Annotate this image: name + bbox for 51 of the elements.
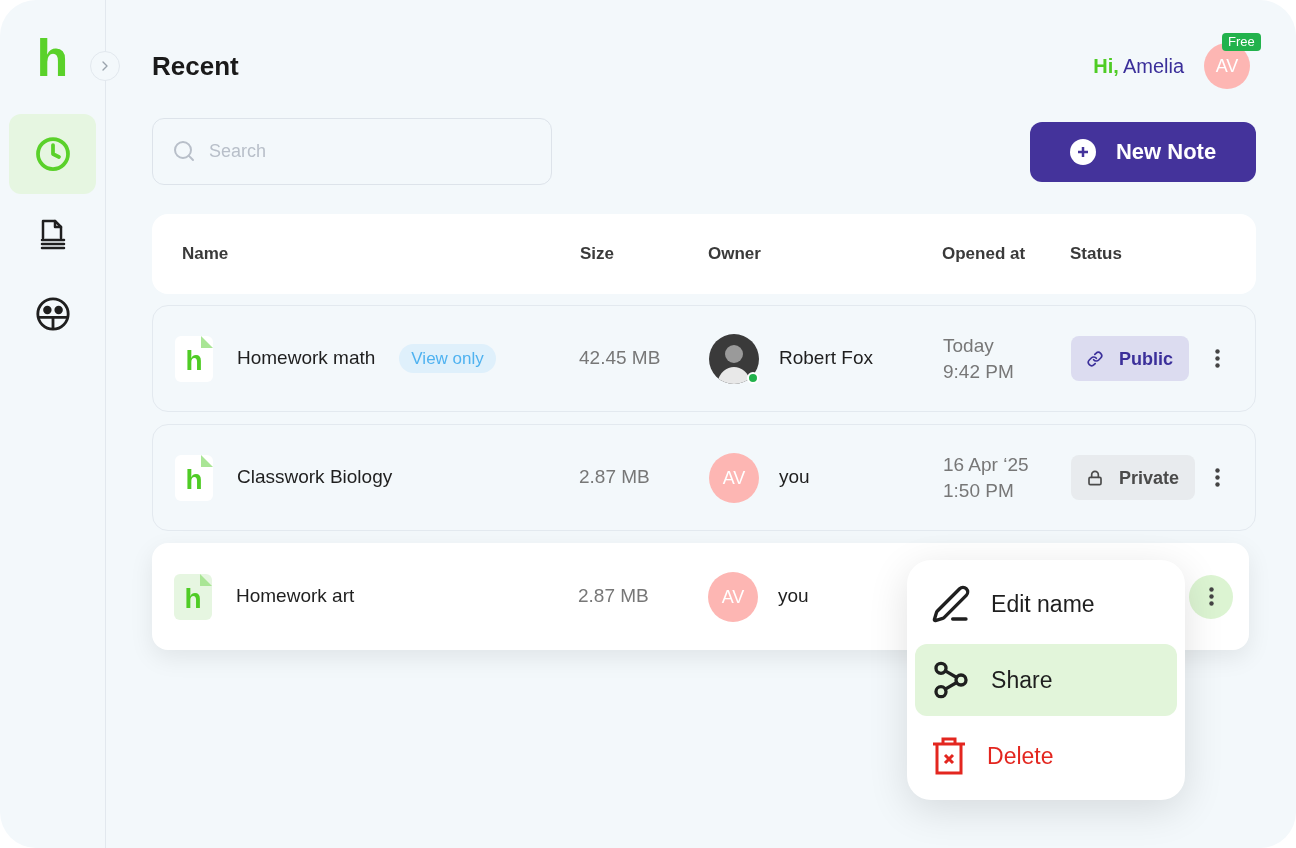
owner-name: you xyxy=(779,465,810,490)
access-badge: View only xyxy=(399,343,496,374)
owner-name: you xyxy=(778,584,809,609)
new-note-button[interactable]: New Note xyxy=(1030,121,1257,182)
note-row[interactable]: h Classwork Biology 2.87 MB AV you 16 Apr ‘25 1:50 PM Private xyxy=(152,424,1257,531)
note-file-icon: h xyxy=(174,573,212,620)
clock-icon xyxy=(34,136,71,172)
greeting-prefix: Hi, xyxy=(1093,54,1119,79)
status-badge: Private xyxy=(1071,455,1196,500)
search-field[interactable]: Search xyxy=(152,118,552,185)
opened-time: 9:42 PM xyxy=(943,359,1015,384)
kebab-icon xyxy=(1214,468,1220,487)
user-name: Amelia xyxy=(1122,54,1185,79)
menu-item[interactable]: Share xyxy=(915,644,1178,716)
note-file-icon: h xyxy=(175,454,213,501)
plan-badge: Free xyxy=(1222,33,1261,51)
note-name: Homework art xyxy=(236,584,355,609)
column-header: Opened at xyxy=(942,243,1027,266)
column-header: Name xyxy=(182,243,230,266)
document-stack-icon xyxy=(38,218,67,250)
column-header: Status xyxy=(1070,243,1123,266)
column-header: Owner xyxy=(708,243,762,266)
menu-item[interactable]: Edit name xyxy=(915,568,1178,640)
file-size: 2.87 MB xyxy=(579,465,651,490)
note-name: Classwork Biology xyxy=(237,465,393,490)
column-header: Size xyxy=(580,243,616,266)
file-size: 42.45 MB xyxy=(579,346,662,371)
kebab-icon xyxy=(1214,349,1220,368)
note-name: Homework math xyxy=(237,346,376,371)
search-icon xyxy=(172,139,196,163)
lock-icon xyxy=(1087,469,1103,486)
opened-time: Today xyxy=(943,333,995,358)
avatar: AV xyxy=(708,571,758,622)
face-icon xyxy=(34,296,71,332)
file-size: 2.87 MB xyxy=(578,584,650,609)
trash-icon xyxy=(931,737,968,775)
kebab-icon xyxy=(1208,587,1214,606)
owner-name: Robert Fox xyxy=(779,346,873,371)
note-file-icon: h xyxy=(175,335,213,382)
link-icon xyxy=(1087,350,1103,367)
collapse-sidebar-button[interactable] xyxy=(90,51,120,81)
status-badge: Public xyxy=(1071,336,1189,381)
opened-time: 16 Apr ‘25 xyxy=(943,452,1030,477)
menu-item[interactable]: Delete xyxy=(915,720,1178,792)
avatar-photo-placeholder xyxy=(709,333,759,384)
opened-time: 1:50 PM xyxy=(943,478,1015,503)
plus-circle-icon xyxy=(1069,138,1096,165)
pencil-icon xyxy=(931,584,972,624)
page-title: Recent xyxy=(152,49,239,83)
note-row[interactable]: h Homework math View only 42.45 MB Robert Fox Today 9:42 PM Public xyxy=(152,305,1257,412)
avatar: AV xyxy=(709,452,759,503)
